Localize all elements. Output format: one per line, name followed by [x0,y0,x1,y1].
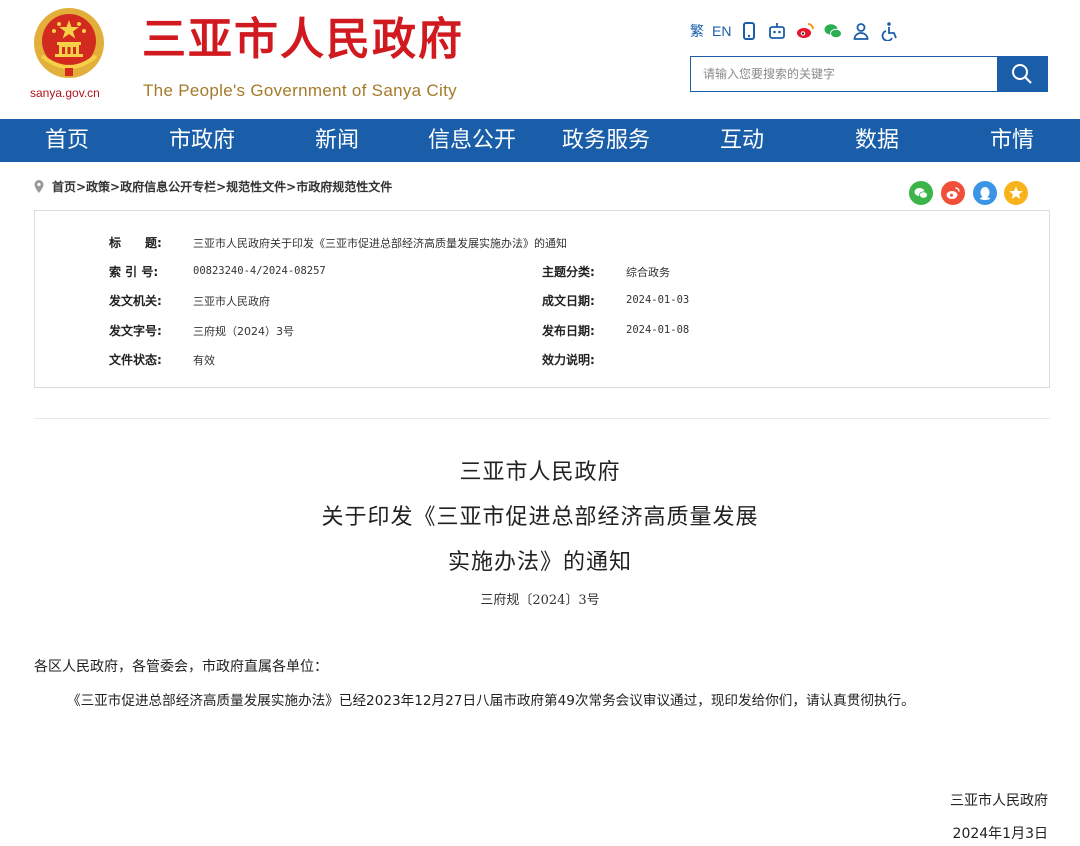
search-icon [1012,64,1032,84]
mobile-icon[interactable] [739,21,759,41]
document-title-line-3: 实施办法》的通知 [447,550,632,575]
favorite-icon[interactable] [1004,181,1028,205]
search-input[interactable] [691,57,997,91]
qq-share-icon[interactable] [973,181,997,205]
nav-item-news[interactable]: 新闻 [292,119,382,162]
issuer-label: 发文机关: [109,294,162,308]
content-divider [34,418,1050,419]
signature: 三亚市人民政府 [950,793,1048,809]
nav-item-city[interactable]: 市情 [967,119,1057,162]
index-label: 索 引 号: [109,265,159,279]
accessibility-icon[interactable] [879,21,899,41]
english-link[interactable]: EN [712,23,731,39]
breadcrumb-text[interactable]: 首页>政策>政府信息公开专栏>规范性文件>市政府规范性文件 [52,178,392,195]
search-box [690,56,1048,92]
search-button[interactable] [997,57,1047,91]
nav-item-services[interactable]: 政务服务 [552,119,660,162]
topic-value: 综合政务 [626,266,670,279]
user-icon[interactable] [851,21,871,41]
traditional-chinese-link[interactable]: 繁 [690,21,704,41]
nav-item-government[interactable]: 市政府 [157,119,247,162]
topic-label: 主题分类: [542,265,595,279]
robot-icon[interactable] [767,21,787,41]
validity-label: 效力说明: [542,353,595,367]
published-date-value: 2024-01-08 [626,324,690,336]
document-number: 三府规〔2024〕3号 [480,593,600,608]
breadcrumb: 首页>政策>政府信息公开专栏>规范性文件>市政府规范性文件 [34,176,392,196]
created-date-label: 成文日期: [542,294,595,308]
index-value: 00823240-4/2024-08257 [193,265,326,277]
salutation: 各区人民政府，各管委会，市政府直属各单位： [34,659,328,675]
document-info-panel: 标 题: 三亚市人民政府关于印发《三亚市促进总部经济高质量发展实施办法》的通知 … [34,210,1050,388]
header-toolbar: 繁 EN [690,20,899,42]
weibo-share-icon[interactable] [941,181,965,205]
published-date-label: 发布日期: [542,324,595,338]
status-label: 文件状态: [109,353,162,367]
status-value: 有效 [193,354,215,367]
body-paragraph: 《三亚市促进总部经济高质量发展实施办法》已经2023年12月27日八届市政府第4… [67,693,915,709]
wechat-icon[interactable] [823,21,843,41]
site-title[interactable]: 三亚市人民政府 [142,18,464,62]
document-title-line-2: 关于印发《三亚市促进总部经济高质量发展 [321,505,759,530]
nav-item-disclosure[interactable]: 信息公开 [418,119,526,162]
nav-item-interaction[interactable]: 互动 [697,119,787,162]
issuer-value: 三亚市人民政府 [193,295,270,308]
nav-item-data[interactable]: 数据 [832,119,922,162]
created-date-value: 2024-01-03 [626,294,690,306]
document-number-value: 三府规（2024）3号 [193,325,294,338]
document-number-label: 发文字号: [109,324,162,338]
site-domain: sanya.gov.cn [30,86,100,100]
weibo-icon[interactable] [795,21,815,41]
location-pin-icon [34,179,44,193]
title-label: 标 题: [109,236,162,250]
signature-date: 2024年1月3日 [952,826,1048,842]
national-emblem-icon[interactable] [32,6,106,80]
document-title-line-1: 三亚市人民政府 [459,460,621,485]
wechat-share-icon[interactable] [909,181,933,205]
site-header: sanya.gov.cn 三亚市人民政府 The People's Govern… [0,0,1080,119]
nav-item-home[interactable]: 首页 [22,119,112,162]
main-nav: 首页 市政府 新闻 信息公开 政务服务 互动 数据 市情 [0,119,1080,162]
title-value: 三亚市人民政府关于印发《三亚市促进总部经济高质量发展实施办法》的通知 [193,237,567,250]
site-title-english: The People's Government of Sanya City [143,81,457,100]
